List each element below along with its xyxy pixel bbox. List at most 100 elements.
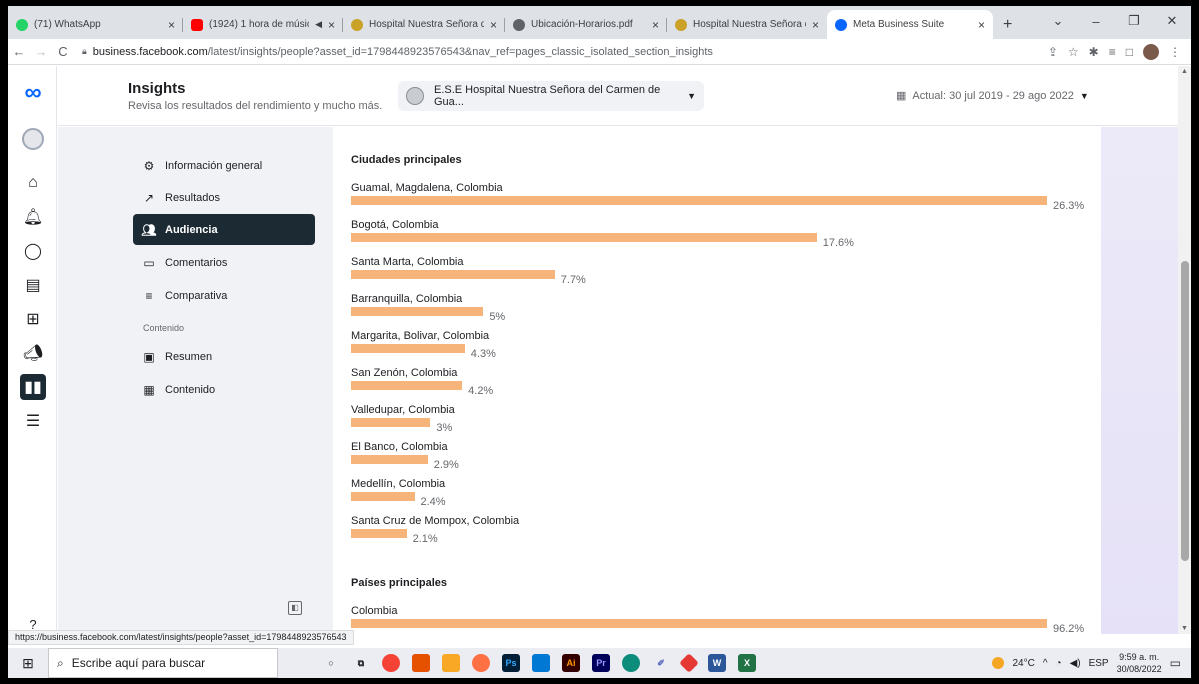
file-explorer-icon[interactable] xyxy=(442,654,460,672)
nav-item-summary[interactable]: ▣ Resumen xyxy=(133,341,315,372)
edge-icon[interactable] xyxy=(622,654,640,672)
tab-hospital-1[interactable]: Hospital Nuestra Señora de × xyxy=(343,10,505,39)
paint-icon[interactable]: ✐ xyxy=(652,654,670,672)
back-button[interactable]: ← xyxy=(8,44,30,59)
city-label: Guamal, Magdalena, Colombia xyxy=(351,182,503,194)
close-icon[interactable]: × xyxy=(812,18,819,32)
hospital-icon xyxy=(351,18,363,31)
nav-item-audience[interactable]: 👥︎ Audiencia xyxy=(133,214,315,245)
word-icon[interactable]: W xyxy=(708,654,726,672)
nav-item-comments[interactable]: ▭ Comentarios xyxy=(133,247,315,278)
tab-meta-business-suite[interactable]: Meta Business Suite × xyxy=(827,10,993,39)
reload-button[interactable]: C xyxy=(52,44,74,59)
nav-item-overview[interactable]: ⚙ Información general xyxy=(133,150,315,181)
city-row: San Zenón, Colombia 4.2% xyxy=(351,367,1091,397)
status-url-tooltip: https://business.facebook.com/latest/ins… xyxy=(8,630,354,645)
vlc-icon[interactable] xyxy=(412,654,430,672)
window-controls: ⌄ – ❐ ✕ xyxy=(1039,6,1191,36)
close-window-button[interactable]: ✕ xyxy=(1153,13,1191,29)
maximize-button[interactable]: ❐ xyxy=(1115,13,1153,29)
collapse-panel-icon[interactable]: ◧ xyxy=(288,601,302,615)
app-diamond-icon[interactable] xyxy=(679,653,699,673)
extensions-icon[interactable]: ✱ xyxy=(1089,45,1099,59)
right-gradient-panel xyxy=(1101,127,1178,634)
compare-icon: ≡ xyxy=(145,288,153,303)
language-indicator[interactable]: ESP xyxy=(1089,658,1109,669)
home-icon[interactable]: ⌂ xyxy=(20,170,46,196)
tab-whatsapp[interactable]: (71) WhatsApp × xyxy=(8,10,183,39)
app-icon[interactable] xyxy=(472,654,490,672)
nav-item-label: Audiencia xyxy=(165,223,218,236)
sidepanel-icon[interactable]: □ xyxy=(1126,45,1133,59)
premiere-icon[interactable]: Pr xyxy=(592,654,610,672)
taskbar-search[interactable]: ⌕ Escribe aquí para buscar xyxy=(48,648,278,678)
account-selector[interactable]: E.S.E Hospital Nuestra Señora del Carmen… xyxy=(398,81,704,111)
network-icon[interactable]: ◔ xyxy=(1056,658,1062,669)
tab-search-icon[interactable]: ⌄ xyxy=(1039,13,1077,29)
insights-icon[interactable]: ▮▮ xyxy=(20,374,46,400)
city-row: Valledupar, Colombia 3% xyxy=(351,404,1091,434)
bookmark-star-icon[interactable]: ☆ xyxy=(1068,45,1079,59)
cortana-icon[interactable]: ○ xyxy=(322,654,340,672)
chrome-icon[interactable] xyxy=(382,654,400,672)
temperature: 24°C xyxy=(1012,657,1035,669)
tray-chevron-icon[interactable]: ^ xyxy=(1043,658,1048,669)
close-icon[interactable]: × xyxy=(168,18,175,32)
close-icon[interactable]: × xyxy=(652,18,659,32)
city-label: Barranquilla, Colombia xyxy=(351,293,463,305)
page-avatar[interactable] xyxy=(20,126,46,152)
new-tab-button[interactable]: + xyxy=(993,10,1022,39)
minimize-button[interactable]: – xyxy=(1077,14,1115,29)
city-bar xyxy=(351,492,415,501)
profile-avatar[interactable] xyxy=(1143,43,1159,60)
scroll-down-icon[interactable]: ▼ xyxy=(1178,625,1191,632)
ads-icon[interactable]: 📣︎ xyxy=(20,340,46,366)
excel-icon[interactable]: X xyxy=(738,654,756,672)
close-icon[interactable]: × xyxy=(490,18,497,32)
content-icon[interactable]: ▤ xyxy=(20,272,46,298)
close-icon[interactable]: × xyxy=(978,18,985,32)
windows-start-icon[interactable]: ⊞ xyxy=(8,655,48,672)
city-bar xyxy=(351,233,817,242)
weather-icon[interactable] xyxy=(992,657,1005,669)
city-label: San Zenón, Colombia xyxy=(351,367,458,379)
share-icon[interactable]: ⇪ xyxy=(1048,45,1058,59)
illustrator-icon[interactable]: Ai xyxy=(562,654,580,672)
volume-icon[interactable]: ◀) xyxy=(1070,658,1081,669)
country-bar xyxy=(351,619,1047,628)
windows-taskbar: ⊞ ⌕ Escribe aquí para buscar ○ ⧉ Ps Ai P… xyxy=(8,648,1191,678)
menu-icon[interactable]: ⋮ xyxy=(1169,45,1181,59)
meta-logo-icon[interactable]: ∞ xyxy=(20,79,46,106)
all-tools-menu-icon[interactable]: ☰ xyxy=(20,408,46,434)
store-icon[interactable] xyxy=(532,654,550,672)
tab-label: Hospital Nuestra Señora de xyxy=(693,19,806,30)
forward-button[interactable]: → xyxy=(30,44,52,59)
scrollbar-thumb[interactable] xyxy=(1181,261,1189,561)
photoshop-icon[interactable]: Ps xyxy=(502,654,520,672)
notifications-icon[interactable]: 🔔︎ xyxy=(20,204,46,230)
mute-icon[interactable]: ◀ xyxy=(315,19,322,30)
city-bar xyxy=(351,307,484,316)
nav-item-content[interactable]: ▦ Contenido xyxy=(133,374,315,405)
nav-item-compare[interactable]: ≡ Comparativa xyxy=(133,280,315,311)
system-tray: 24°C ^ ◔ ◀) ESP 9:59 a. m. 30/08/2022 ▭ xyxy=(992,648,1181,678)
scroll-up-icon[interactable]: ▲ xyxy=(1178,68,1191,75)
countries-title: Países principales xyxy=(351,577,447,589)
notifications-icon[interactable]: ▭ xyxy=(1170,656,1181,670)
page-scrollbar[interactable]: ▲ ▼ xyxy=(1178,66,1191,634)
taskbar-apps: ○ ⧉ Ps Ai Pr ✐ W X xyxy=(322,653,756,673)
city-label: Santa Cruz de Mompox, Colombia xyxy=(351,515,520,527)
tab-hospital-2[interactable]: Hospital Nuestra Señora de × xyxy=(667,10,827,39)
tab-youtube[interactable]: (1924) 1 hora de músic ◀ × xyxy=(183,10,343,39)
lock-icon[interactable]: 🔒︎ xyxy=(82,46,87,57)
url-field[interactable]: 🔒︎ business.facebook.com/latest/insights… xyxy=(82,46,1048,58)
clock[interactable]: 9:59 a. m. 30/08/2022 xyxy=(1117,651,1162,675)
inbox-icon[interactable]: ◯ xyxy=(20,238,46,264)
close-icon[interactable]: × xyxy=(328,18,335,32)
nav-item-results[interactable]: ↗ Resultados xyxy=(133,182,315,213)
reading-list-icon[interactable]: ≡ xyxy=(1109,45,1116,59)
planner-icon[interactable]: ⊞ xyxy=(20,306,46,332)
tab-pdf[interactable]: Ubicación-Horarios.pdf × xyxy=(505,10,667,39)
task-view-icon[interactable]: ⧉ xyxy=(352,654,370,672)
date-range-picker[interactable]: ▦ Actual: 30 jul 2019 - 29 ago 2022 ▼ xyxy=(896,89,1089,103)
